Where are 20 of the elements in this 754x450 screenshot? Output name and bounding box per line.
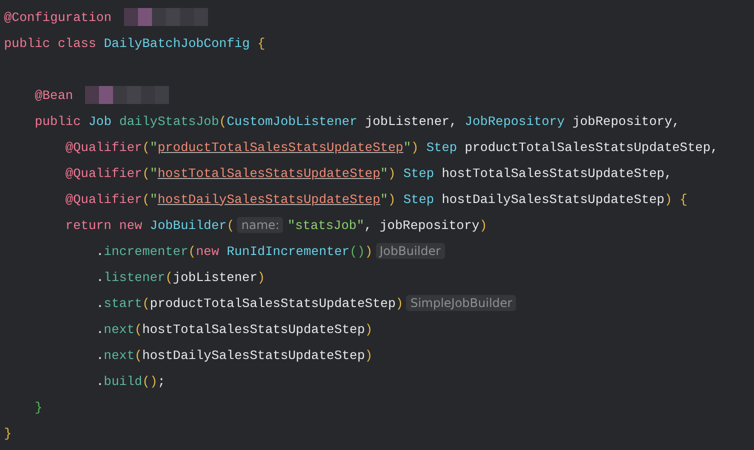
code-text: "statsJob", jobRepository)	[287, 218, 488, 232]
code-text: .build();	[96, 374, 166, 388]
inlay-hint: name:	[237, 217, 284, 233]
code-text: public class DailyBatchJobConfig {	[4, 36, 266, 50]
code-text: .listener(jobListener)	[96, 270, 266, 284]
code-text: .next(hostTotalSalesStatsUpdateStep)	[96, 322, 373, 336]
code-text: .next(hostDailySalesStatsUpdateStep)	[96, 348, 373, 362]
code-text: @Qualifier("productTotalSalesStatsUpdateStep") Step productTotalSalesStatsUpdateStep,	[65, 140, 718, 154]
code-text: @Qualifier("hostDailySalesStatsUpdateStep") Step hostDailySalesStatsUpdateStep) {	[65, 192, 688, 206]
code-text: @Bean	[34, 88, 74, 102]
inlay-hint: JobBuilder	[376, 243, 445, 259]
code-text: .start(productTotalSalesStatsUpdateStep)	[96, 296, 404, 310]
code-text: }	[4, 426, 12, 440]
inlay-hint: SimpleJobBuilder	[406, 295, 516, 311]
code-text: @Configuration	[4, 10, 112, 24]
code-text: public Job dailyStatsJob(CustomJobListener jobListener, JobRepository jobRepository,	[34, 114, 680, 128]
code-text: }	[34, 400, 42, 414]
code-text: return new JobBuilder(	[65, 218, 234, 232]
code-text: .incrementer(new RunIdIncrementer())	[96, 244, 373, 258]
code-text: @Qualifier("hostTotalSalesStatsUpdateStep") Step hostTotalSalesStatsUpdateStep,	[65, 166, 672, 180]
